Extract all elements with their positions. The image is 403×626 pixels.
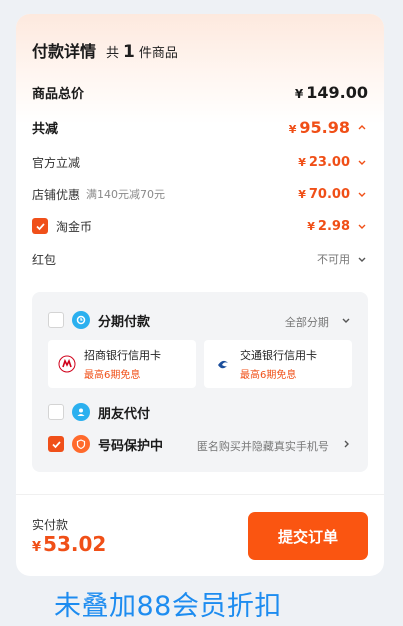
bank-card-cmb[interactable]: 招商银行信用卡 最高6期免息 (48, 340, 196, 388)
payment-details-card: 付款详情 共 1 件商品 商品总价 ¥149.00 共减 ¥95.98 官方立减… (16, 14, 384, 576)
bank-promo: 最高6期免息 (240, 370, 297, 381)
paid-amount-value: 53.02 (43, 532, 107, 556)
friend-pay-icon (72, 403, 90, 421)
number-protect-label: 号码保护中 (98, 438, 164, 454)
installment-row[interactable]: 分期付款 全部分期 (48, 310, 352, 330)
store-discount-note: 满140元减70元 (86, 188, 166, 201)
subtotal-value: 149.00 (306, 82, 368, 102)
footer-divider (16, 494, 384, 495)
chevron-up-icon[interactable] (356, 121, 368, 133)
store-discount-row[interactable]: 店铺优惠 满140元减70元 ¥70.00 (32, 184, 368, 204)
redpacket-row[interactable]: 红包 不可用 (32, 249, 368, 269)
friend-pay-label: 朋友代付 (98, 406, 151, 422)
currency-symbol: ¥ (307, 219, 315, 233)
discount-total-label: 共减 (32, 121, 59, 137)
friend-pay-row[interactable]: 朋友代付 (48, 402, 352, 422)
paid-label: 实付款 (32, 518, 69, 532)
phone-protect-icon (72, 435, 90, 453)
currency-symbol: ¥ (32, 540, 42, 555)
discount-total-value: 95.98 (299, 117, 350, 137)
redpacket-label: 红包 (32, 252, 57, 267)
installment-label: 分期付款 (98, 314, 151, 330)
page-title: 付款详情 (32, 42, 97, 61)
official-discount-label: 官方立减 (32, 155, 81, 170)
bank-name: 交通银行信用卡 (240, 349, 317, 362)
subtotal-label: 商品总价 (32, 86, 85, 102)
submit-order-button[interactable]: 提交订单 (248, 512, 368, 560)
store-discount-value: 70.00 (308, 186, 350, 202)
store-discount-amount: ¥70.00 (298, 187, 350, 202)
payment-options-panel: 分期付款 全部分期 招商银行信用卡 最高6期免息 交通银行信用卡 最高6期免息 (32, 292, 368, 472)
check-icon (51, 440, 61, 448)
member-discount-caption: 未叠加88会员折扣 (54, 591, 282, 622)
coins-checkbox[interactable] (32, 218, 48, 234)
coins-amount: ¥2.98 (307, 219, 350, 234)
card-header-gradient (16, 14, 384, 124)
installment-checkbox[interactable] (48, 312, 64, 328)
official-discount-amount: ¥23.00 (298, 155, 350, 170)
paid-amount: ¥53.02 (32, 532, 106, 556)
chevron-down-icon[interactable] (356, 220, 368, 232)
friend-pay-checkbox[interactable] (48, 404, 64, 420)
chevron-down-icon[interactable] (340, 314, 352, 326)
official-discount-row[interactable]: 官方立减 ¥23.00 (32, 152, 368, 172)
discount-total-amount: ¥95.98 (289, 118, 350, 137)
number-protect-desc: 匿名购买并隐藏真实手机号 (196, 439, 329, 453)
check-icon (35, 222, 45, 230)
chevron-down-icon[interactable] (356, 188, 368, 200)
official-discount-value: 23.00 (308, 154, 350, 170)
item-count-prefix: 共 (106, 46, 120, 61)
item-count: 1 (123, 42, 135, 62)
bank-promo: 最高6期免息 (84, 370, 141, 381)
currency-symbol: ¥ (298, 155, 306, 169)
chevron-down-icon[interactable] (356, 253, 368, 265)
number-protect-row[interactable]: 号码保护中 匿名购买并隐藏真实手机号 (48, 434, 352, 454)
installment-option[interactable]: 全部分期 (285, 316, 329, 329)
coins-label: 淘金币 (56, 219, 93, 234)
redpacket-value: 不可用 (317, 253, 350, 266)
bank-name: 招商银行信用卡 (84, 349, 161, 362)
discount-total-row[interactable]: 共减 ¥95.98 (32, 117, 368, 137)
chevron-right-icon[interactable] (340, 438, 352, 450)
coins-row[interactable]: 淘金币 ¥2.98 (32, 216, 368, 236)
bank-card-bocom[interactable]: 交通银行信用卡 最高6期免息 (204, 340, 352, 388)
cmb-logo-icon (58, 355, 76, 373)
chevron-down-icon[interactable] (356, 156, 368, 168)
subtotal-amount: ¥149.00 (295, 83, 368, 102)
installment-icon (72, 311, 90, 329)
item-count-suffix: 件商品 (138, 46, 178, 61)
coins-value: 2.98 (317, 218, 350, 234)
currency-symbol: ¥ (294, 86, 304, 101)
currency-symbol: ¥ (288, 122, 297, 136)
currency-symbol: ¥ (298, 187, 306, 201)
subtotal-row: 商品总价 ¥149.00 (32, 82, 368, 102)
number-protect-checkbox[interactable] (48, 436, 64, 452)
store-discount-label: 店铺优惠 (32, 187, 81, 202)
payment-header: 付款详情 共 1 件商品 (32, 38, 178, 62)
bocom-logo-icon (215, 356, 231, 372)
